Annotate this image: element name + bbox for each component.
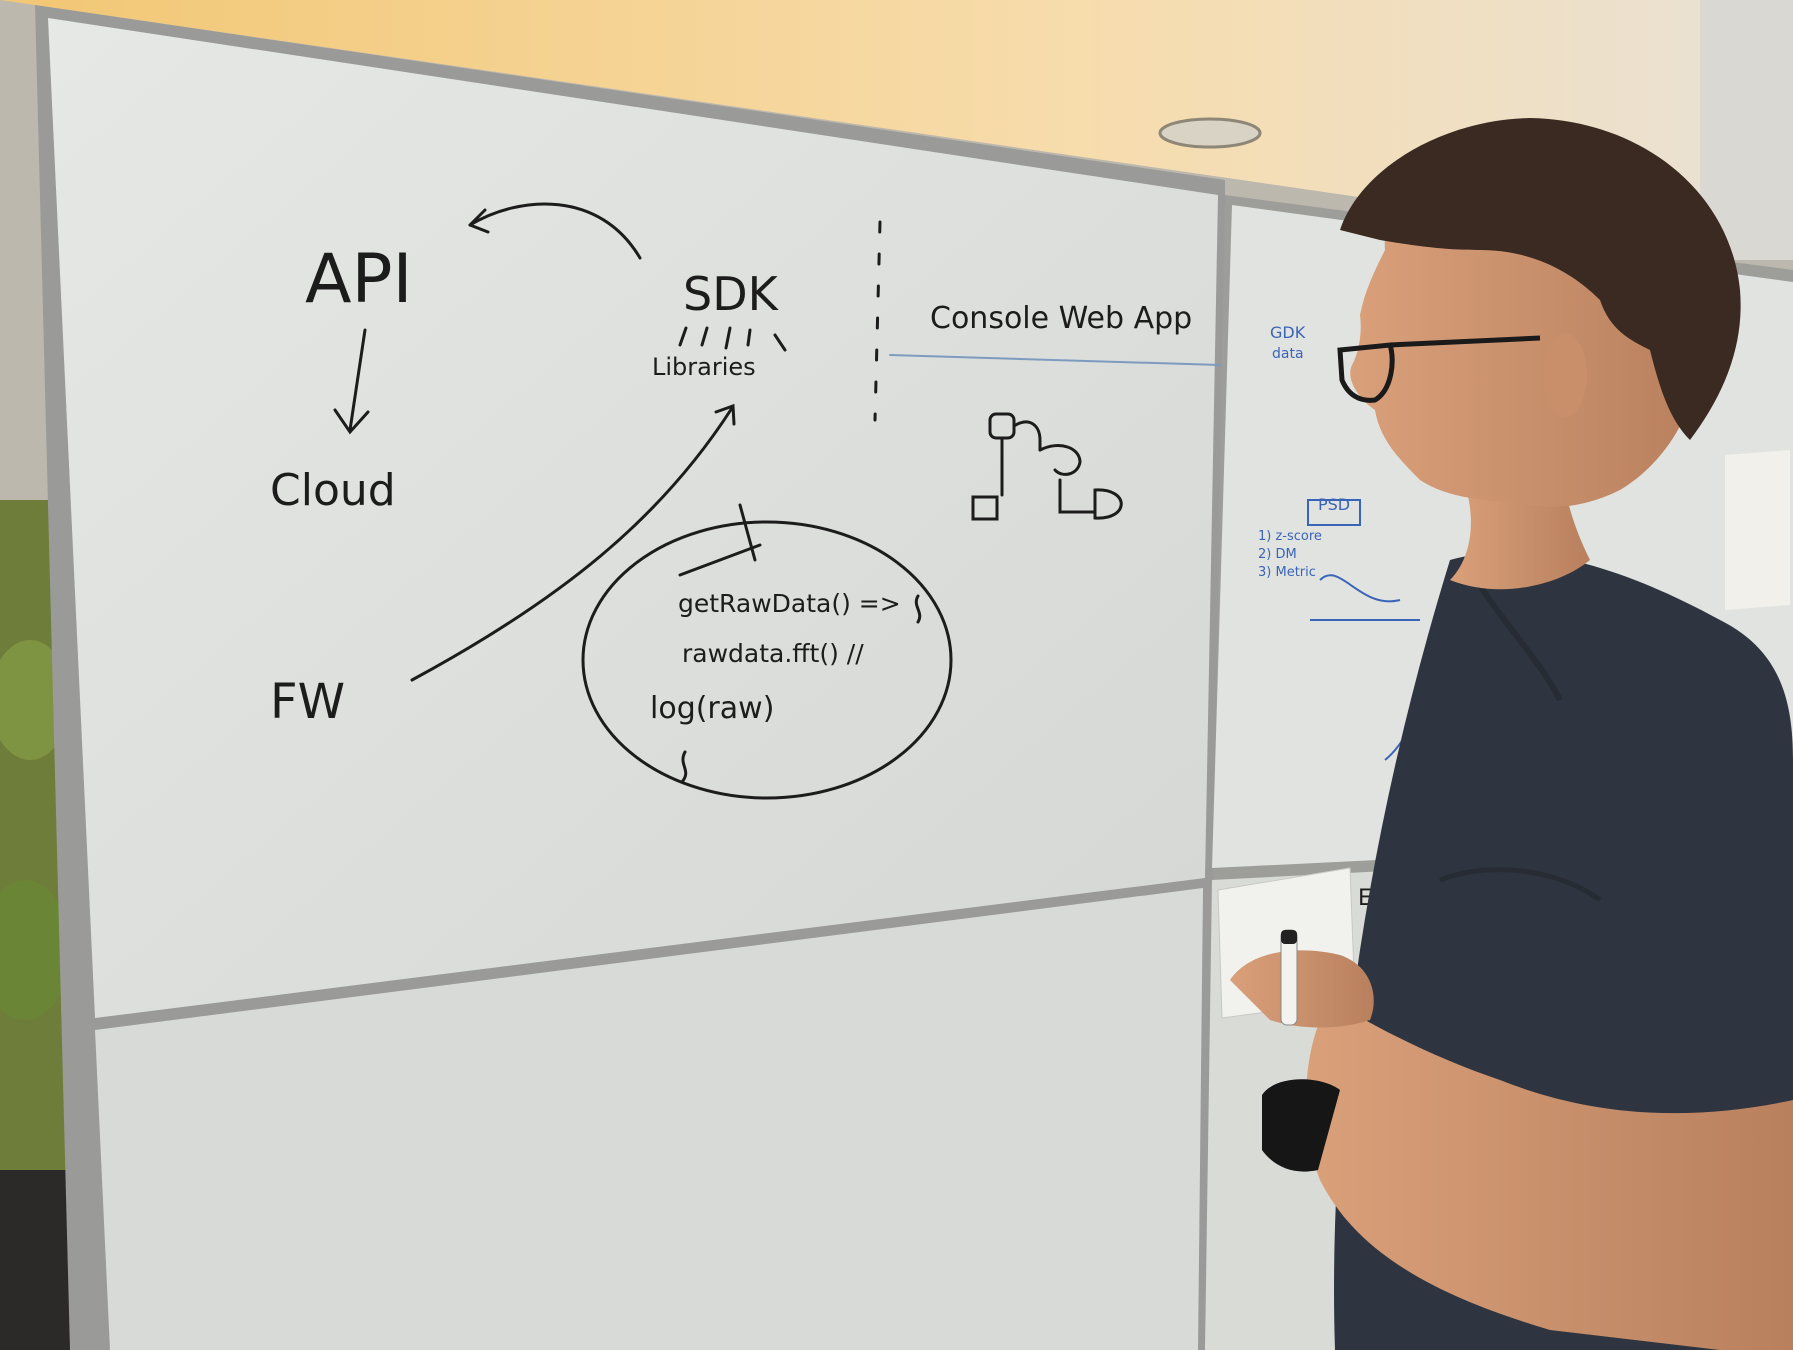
side-note-5: 2) DM [1258, 547, 1297, 562]
poster [1725, 450, 1790, 610]
label-cloud: Cloud [270, 465, 396, 516]
code-line-3: log(raw) [650, 691, 774, 726]
ear [1543, 333, 1587, 417]
label-console-web-app: Console Web App [930, 301, 1192, 336]
side-note-1: GDK [1270, 323, 1306, 342]
code-line-1: getRawData() => [678, 589, 901, 618]
whiteboard-photo: API Cloud SDK Libraries Console Web App … [0, 0, 1793, 1350]
side-note-6: 3) Metric [1258, 565, 1316, 580]
side-note-4: 1) z-score [1258, 529, 1322, 544]
photo-scene: API Cloud SDK Libraries Console Web App … [0, 0, 1793, 1350]
label-api: API [305, 240, 413, 319]
label-libraries: Libraries [652, 353, 756, 381]
code-line-2: rawdata.fft() // [682, 639, 864, 668]
ceiling-light [1158, 117, 1262, 149]
label-sdk: SDK [683, 267, 780, 321]
marker-icon [1280, 929, 1298, 1026]
side-note-3: PSD [1318, 495, 1350, 514]
side-note-2: data [1272, 346, 1304, 362]
label-fw: FW [270, 674, 345, 730]
